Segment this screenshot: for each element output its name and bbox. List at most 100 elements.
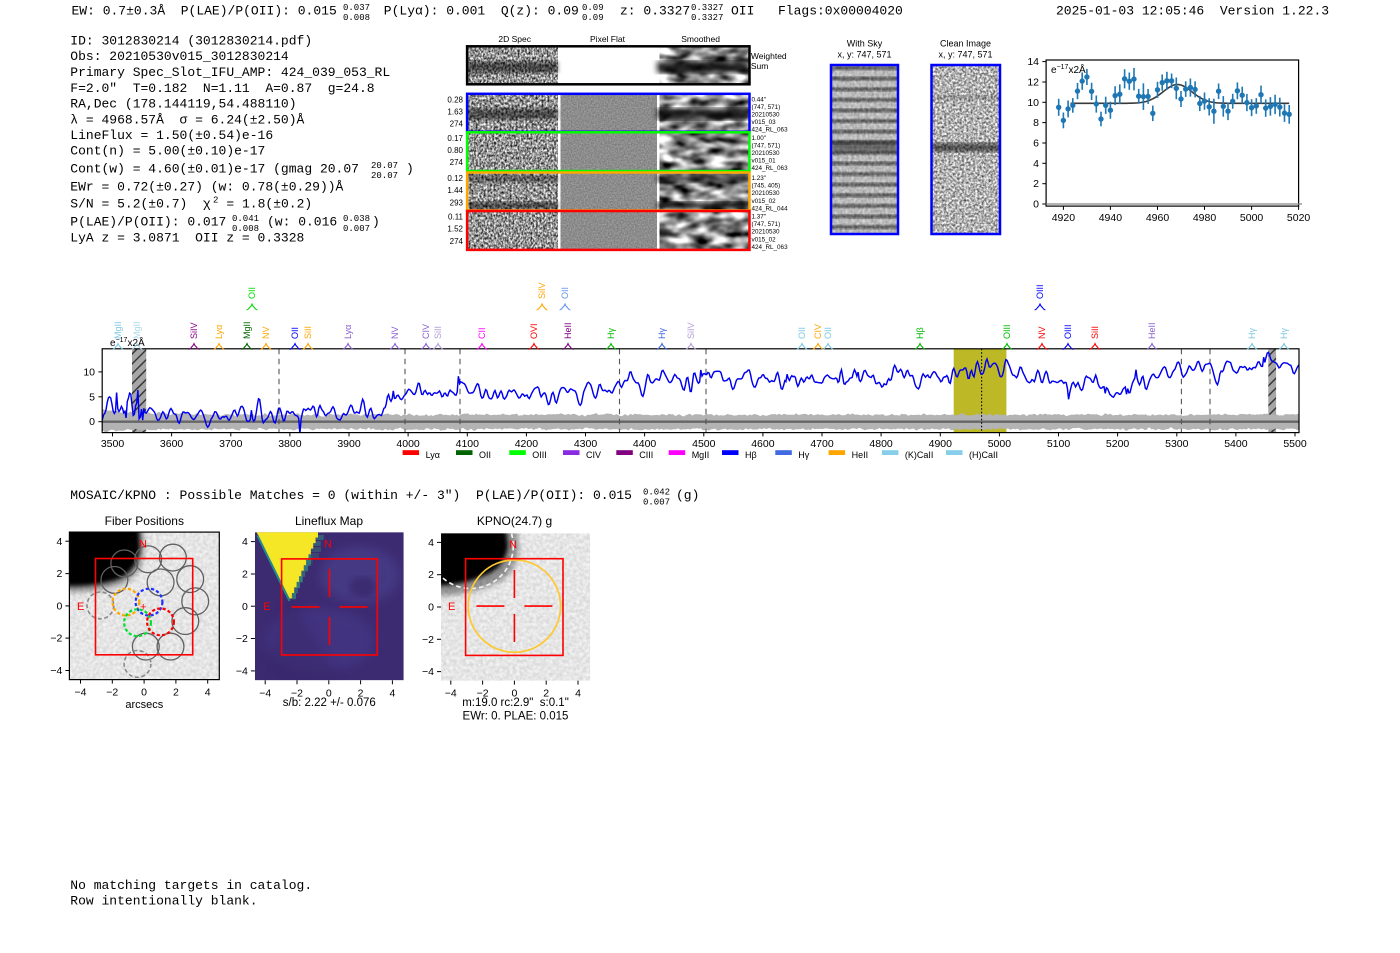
svg-text:424_RL_063: 424_RL_063	[752, 165, 789, 172]
svg-text:1.52: 1.52	[447, 225, 463, 234]
svg-text:OII: OII	[479, 450, 491, 460]
svg-text:5100: 5100	[1047, 438, 1071, 450]
svg-text:EW: 0.7±0.3Å P(LAE)/P(OII): 0: EW: 0.7±0.3Å P(LAE)/P(OII): 0.015	[72, 4, 337, 19]
svg-text:−4: −4	[75, 687, 87, 699]
svg-text:4100: 4100	[456, 438, 480, 450]
svg-text:0.09: 0.09	[582, 3, 604, 13]
svg-text:ID: 3012830214 (3012830214.pdf: ID: 3012830214 (3012830214.pdf)	[70, 34, 312, 49]
svg-text:8: 8	[1033, 117, 1039, 129]
svg-text:z: 0.3327: z: 0.3327	[620, 4, 690, 19]
svg-text:Hβ: Hβ	[915, 327, 925, 339]
svg-text:3900: 3900	[337, 438, 361, 450]
svg-text:SiII: SiII	[303, 326, 313, 339]
svg-text:14: 14	[1027, 56, 1039, 68]
svg-text:0.007: 0.007	[643, 498, 670, 508]
svg-text:4800: 4800	[869, 438, 893, 450]
svg-text:2025-01-03 12:05:46 Version 1: 2025-01-03 12:05:46 Version 1.22.3	[1056, 4, 1329, 19]
svg-text:3800: 3800	[278, 438, 302, 450]
svg-text:Hγ: Hγ	[606, 328, 616, 339]
svg-text:274: 274	[450, 120, 464, 129]
svg-text:OIII: OIII	[1035, 284, 1045, 299]
svg-text:Hβ: Hβ	[745, 450, 757, 460]
svg-text:4: 4	[575, 688, 581, 700]
svg-text:−4: −4	[445, 688, 457, 700]
svg-text:OIII: OIII	[532, 450, 547, 460]
svg-text:293: 293	[450, 198, 464, 207]
svg-text:Lyα: Lyα	[214, 325, 224, 339]
svg-text:HeII: HeII	[563, 322, 573, 339]
svg-text:): )	[372, 215, 380, 230]
svg-text:4000: 4000	[396, 438, 420, 450]
svg-text:4: 4	[57, 536, 63, 548]
svg-text:LineFlux = 1.50(±0.54)e-16: LineFlux = 1.50(±0.54)e-16	[70, 128, 273, 143]
svg-text:0: 0	[428, 602, 434, 614]
svg-text:1.00": 1.00"	[752, 135, 767, 142]
svg-text:x, y: 747, 571: x, y: 747, 571	[837, 50, 891, 60]
svg-text:E: E	[77, 601, 84, 613]
svg-text:4400: 4400	[633, 438, 657, 450]
svg-text:s/b: 2.22 +/- 0.076: s/b: 2.22 +/- 0.076	[283, 697, 376, 709]
svg-text:Hγ: Hγ	[1279, 328, 1289, 339]
svg-text:SiIV: SiIV	[189, 322, 199, 339]
svg-text:Flags:0x00004020: Flags:0x00004020	[778, 4, 903, 19]
svg-text:0.44": 0.44"	[752, 96, 767, 103]
svg-text:−4: −4	[422, 666, 434, 678]
svg-text:0.3327: 0.3327	[691, 3, 723, 13]
svg-text:F=2.0" T=0.182 N=1.11 A=0.8: F=2.0" T=0.182 N=1.11 A=0.87 g=24.8	[70, 81, 374, 96]
svg-text:KPNO(24.7) g: KPNO(24.7) g	[477, 514, 552, 528]
svg-text:424_RL_063: 424_RL_063	[752, 244, 789, 251]
svg-text:λ = 4968.57Å σ = 6.24(±2.50)Å: λ = 4968.57Å σ = 6.24(±2.50)Å	[70, 113, 304, 128]
svg-text:E: E	[263, 601, 270, 613]
svg-text:OVI: OVI	[529, 323, 539, 339]
svg-text:OII: OII	[731, 4, 754, 19]
svg-text:HeII: HeII	[1147, 322, 1157, 339]
svg-text:0: 0	[141, 687, 147, 699]
svg-text:P(Lyα): 0.001 Q(z): 0.09: P(Lyα): 0.001 Q(z): 0.09	[384, 4, 579, 19]
svg-text:m:19.0 rc:2.9" s:0.1": m:19.0 rc:2.9" s:0.1"	[462, 697, 569, 709]
svg-text:N: N	[139, 539, 147, 551]
svg-text:Sum: Sum	[751, 61, 768, 71]
svg-text:2: 2	[173, 687, 179, 699]
svg-text:Primary Spec_Slot_IFU_AMP: 424: Primary Spec_Slot_IFU_AMP: 424_039_053_R…	[70, 65, 390, 80]
svg-text:Cont(w) = 4.60(±0.01)e-17 (gma: Cont(w) = 4.60(±0.01)e-17 (gmag 20.07	[70, 162, 359, 177]
svg-text:−2: −2	[236, 633, 248, 645]
svg-text:4: 4	[1033, 158, 1039, 170]
svg-text:arcsecs: arcsecs	[125, 699, 163, 711]
svg-text:CIV: CIV	[586, 450, 601, 460]
svg-text:4980: 4980	[1193, 212, 1217, 224]
svg-text:5500: 5500	[1283, 438, 1307, 450]
svg-text:E: E	[448, 601, 455, 613]
svg-text:MgII: MgII	[132, 321, 142, 339]
svg-text:v015_02: v015_02	[752, 198, 777, 205]
svg-text:4700: 4700	[810, 438, 834, 450]
svg-text:−4: −4	[236, 665, 248, 677]
svg-text:2: 2	[428, 569, 434, 581]
svg-text:20210530: 20210530	[752, 150, 781, 157]
svg-text:10: 10	[83, 366, 95, 378]
svg-text:4: 4	[389, 687, 395, 699]
svg-text:−4: −4	[259, 687, 271, 699]
svg-text:EWr = 0.72(±0.27) (w: 0.78(±0.: EWr = 0.72(±0.27) (w: 0.78(±0.29))Å	[70, 180, 343, 195]
svg-text:MgII: MgII	[692, 450, 710, 460]
svg-text:SiIV: SiIV	[537, 282, 547, 299]
svg-text:): )	[406, 162, 414, 177]
svg-text:5200: 5200	[1106, 438, 1130, 450]
svg-text:CII: CII	[477, 327, 487, 339]
svg-text:0.042: 0.042	[643, 488, 670, 498]
svg-text:0.09: 0.09	[582, 13, 604, 23]
svg-text:NV: NV	[261, 326, 271, 339]
svg-text:4: 4	[428, 537, 434, 549]
svg-text:OII: OII	[560, 287, 570, 299]
svg-text:NV: NV	[390, 326, 400, 339]
svg-text:5400: 5400	[1224, 438, 1248, 450]
svg-text:(w: 0.016: (w: 0.016	[267, 215, 337, 230]
svg-text:5000: 5000	[988, 438, 1012, 450]
svg-text:(H)CaII: (H)CaII	[969, 450, 998, 460]
svg-text:With Sky: With Sky	[847, 39, 883, 49]
svg-text:N: N	[509, 539, 517, 551]
svg-text:0.28: 0.28	[447, 95, 463, 104]
svg-text:x, y: 747, 571: x, y: 747, 571	[938, 50, 992, 60]
svg-text:0: 0	[1033, 199, 1039, 211]
svg-text:5: 5	[89, 391, 95, 403]
svg-text:2: 2	[242, 569, 248, 581]
